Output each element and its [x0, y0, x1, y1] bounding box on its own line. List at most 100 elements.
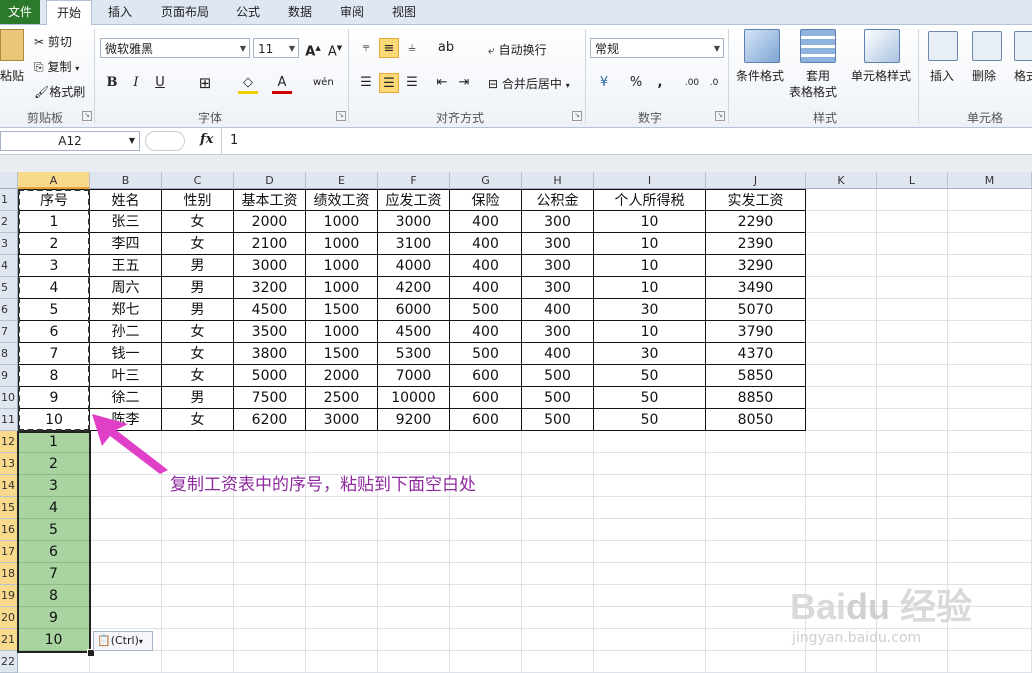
table-cell[interactable]: 2	[18, 233, 90, 255]
cut-button[interactable]: ✂ 剪切	[34, 33, 72, 50]
grid-cell[interactable]	[806, 431, 877, 453]
insert-cells-icon[interactable]	[928, 31, 958, 61]
grid-cell[interactable]	[877, 365, 948, 387]
table-cell[interactable]: 500	[522, 387, 594, 409]
grid-cell[interactable]	[948, 255, 1032, 277]
grid-cell[interactable]	[234, 519, 306, 541]
formula-bar-handle[interactable]	[145, 131, 185, 151]
grid-cell[interactable]	[378, 585, 450, 607]
grid-cell[interactable]	[594, 431, 706, 453]
grid-cell[interactable]	[706, 651, 806, 673]
column-header-B[interactable]: B	[90, 172, 162, 189]
grid-cell[interactable]	[306, 541, 378, 563]
table-cell[interactable]: 2000	[306, 365, 378, 387]
grid-cell[interactable]	[522, 431, 594, 453]
table-cell[interactable]: 6000	[378, 299, 450, 321]
table-cell[interactable]: 1000	[306, 277, 378, 299]
delete-cells-icon[interactable]	[972, 31, 1002, 61]
table-cell[interactable]: 10	[594, 211, 706, 233]
grid-cell[interactable]	[948, 497, 1032, 519]
table-cell[interactable]: 2500	[306, 387, 378, 409]
table-cell[interactable]: 1500	[306, 343, 378, 365]
conditional-format-icon[interactable]	[744, 29, 780, 63]
grid-cell[interactable]	[522, 629, 594, 651]
row-header-14[interactable]: 14	[0, 475, 18, 497]
grid-cell[interactable]	[378, 563, 450, 585]
grid-cell[interactable]	[806, 453, 877, 475]
wrap-text-button[interactable]: ⤶ 自动换行	[488, 41, 547, 58]
table-header-cell[interactable]: 实发工资	[706, 189, 806, 211]
grid-cell[interactable]	[594, 519, 706, 541]
table-cell[interactable]: 女	[162, 211, 234, 233]
table-cell[interactable]: 400	[522, 299, 594, 321]
grid-cell[interactable]	[306, 563, 378, 585]
table-cell[interactable]: 1000	[306, 255, 378, 277]
table-cell[interactable]: 3100	[378, 233, 450, 255]
grid-cell[interactable]	[948, 189, 1032, 211]
comma-button[interactable]: ,	[650, 73, 670, 93]
table-cell[interactable]: 600	[450, 365, 522, 387]
grid-cell[interactable]	[594, 585, 706, 607]
grid-cell[interactable]	[162, 607, 234, 629]
grid-cell[interactable]	[450, 585, 522, 607]
row-header-9[interactable]: 9	[0, 365, 18, 387]
grid-cell[interactable]	[948, 343, 1032, 365]
table-cell[interactable]: 3490	[706, 277, 806, 299]
pasted-cell[interactable]: 5	[18, 519, 90, 541]
grid-cell[interactable]	[806, 387, 877, 409]
grid-cell[interactable]	[306, 431, 378, 453]
table-cell[interactable]: 4500	[234, 299, 306, 321]
table-cell[interactable]: 500	[522, 409, 594, 431]
delete-cells-button[interactable]: 删除	[972, 67, 996, 84]
number-format-combo[interactable]: 常规 ▼	[590, 38, 724, 58]
cell-styles-button[interactable]: 单元格样式	[851, 67, 911, 84]
table-cell[interactable]: 李四	[90, 233, 162, 255]
clipboard-launcher-icon[interactable]: ↘	[82, 111, 92, 121]
table-cell[interactable]: 周六	[90, 277, 162, 299]
grid-cell[interactable]	[877, 233, 948, 255]
grid-cell[interactable]	[877, 475, 948, 497]
table-cell[interactable]: 4	[18, 277, 90, 299]
grid-cell[interactable]	[522, 453, 594, 475]
grid-cell[interactable]	[948, 233, 1032, 255]
grid-cell[interactable]	[706, 629, 806, 651]
grid-cell[interactable]	[877, 453, 948, 475]
table-cell[interactable]: 3200	[234, 277, 306, 299]
tab-data[interactable]: 数据	[278, 0, 322, 24]
table-header-cell[interactable]: 姓名	[90, 189, 162, 211]
increase-indent-icon[interactable]: ⇥	[454, 73, 474, 93]
table-cell[interactable]: 孙二	[90, 321, 162, 343]
grid-cell[interactable]	[948, 277, 1032, 299]
paste-options-button[interactable]: 📋(Ctrl)▾	[93, 631, 153, 651]
cell-styles-icon[interactable]	[864, 29, 900, 63]
grid-cell[interactable]	[806, 321, 877, 343]
table-cell[interactable]: 郑七	[90, 299, 162, 321]
grid-cell[interactable]	[806, 409, 877, 431]
percent-button[interactable]: %	[626, 73, 646, 93]
column-header-I[interactable]: I	[594, 172, 706, 189]
grid-cell[interactable]	[948, 629, 1032, 651]
column-header-M[interactable]: M	[948, 172, 1032, 189]
grid-cell[interactable]	[594, 607, 706, 629]
number-launcher-icon[interactable]: ↘	[715, 111, 725, 121]
table-cell[interactable]: 50	[594, 387, 706, 409]
table-cell[interactable]: 5	[18, 299, 90, 321]
table-cell[interactable]: 400	[522, 343, 594, 365]
grid-cell[interactable]	[450, 607, 522, 629]
table-cell[interactable]: 叶三	[90, 365, 162, 387]
currency-icon[interactable]: ¥	[594, 73, 614, 93]
grid-cell[interactable]	[948, 387, 1032, 409]
grid-cell[interactable]	[522, 585, 594, 607]
table-cell[interactable]: 500	[522, 365, 594, 387]
grid-cell[interactable]	[877, 541, 948, 563]
table-header-cell[interactable]: 序号	[18, 189, 90, 211]
grid-cell[interactable]	[162, 519, 234, 541]
grid-cell[interactable]	[162, 497, 234, 519]
grid-cell[interactable]	[162, 541, 234, 563]
grid-cell[interactable]	[450, 629, 522, 651]
table-cell[interactable]: 5000	[234, 365, 306, 387]
table-cell[interactable]: 600	[450, 409, 522, 431]
grid-cell[interactable]	[234, 585, 306, 607]
tab-home[interactable]: 开始	[46, 0, 92, 26]
paste-icon[interactable]	[0, 29, 24, 61]
